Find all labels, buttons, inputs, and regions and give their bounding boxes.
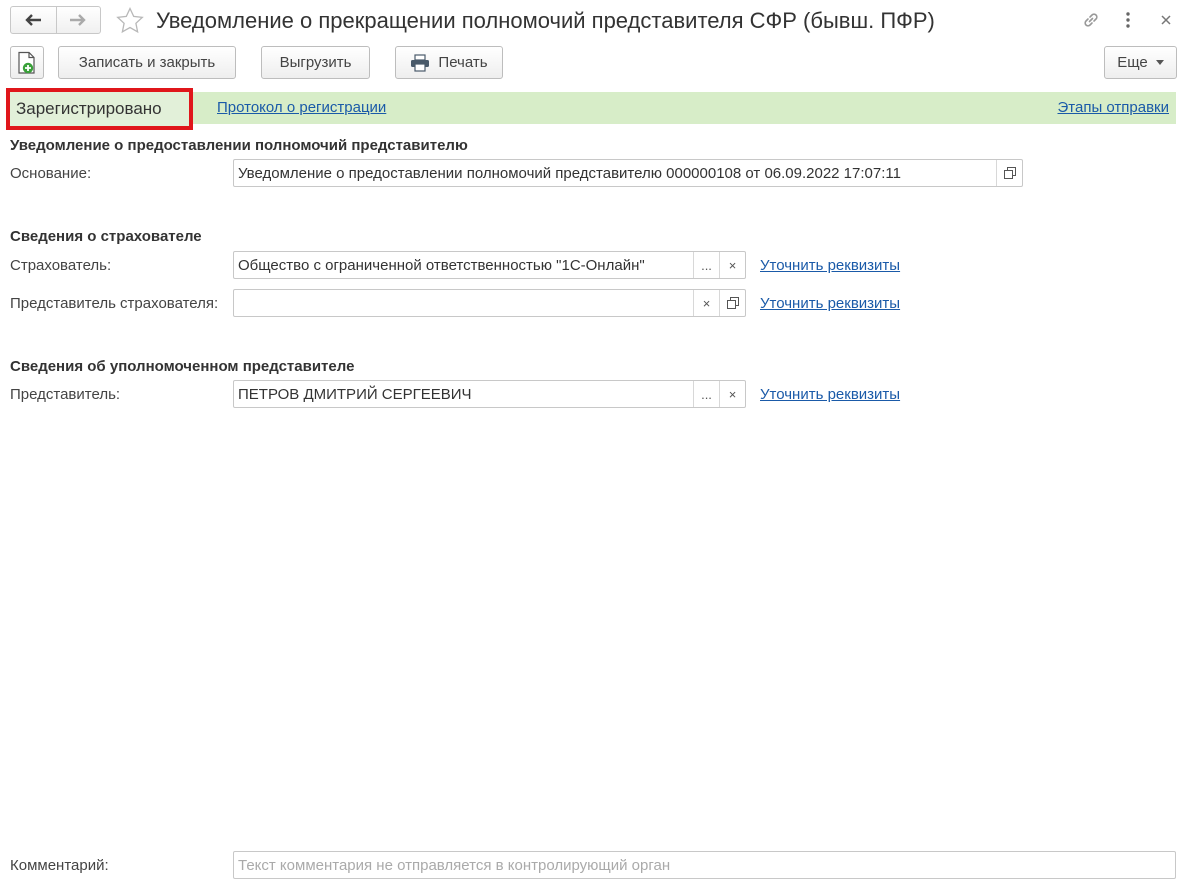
- create-new-button[interactable]: [10, 46, 44, 79]
- sending-stages-link[interactable]: Этапы отправки: [1058, 99, 1170, 116]
- clear-icon: ×: [728, 257, 737, 273]
- forward-button[interactable]: [55, 7, 101, 33]
- clear-icon: ×: [702, 295, 711, 311]
- caret-down-icon: [1155, 60, 1164, 65]
- document-form-window: Уведомление о прекращении полномочий пре…: [0, 0, 1193, 892]
- more-actions-label: Еще: [1117, 54, 1148, 71]
- section-title-insurer: Сведения о страхователе: [10, 228, 202, 245]
- agent-label: Представитель:: [10, 386, 121, 403]
- more-menu-icon[interactable]: [1116, 8, 1140, 32]
- link-icon[interactable]: [1079, 8, 1103, 32]
- insurer-clear-button[interactable]: ×: [719, 252, 745, 278]
- insurer-rep-value: [234, 290, 693, 316]
- insurer-value: Общество с ограниченной ответственностью…: [238, 256, 645, 274]
- insurer-label: Страхователь:: [10, 257, 112, 274]
- insurer-field[interactable]: Общество с ограниченной ответственностью…: [233, 251, 746, 279]
- comment-input[interactable]: [233, 851, 1176, 879]
- insurer-clarify-link[interactable]: Уточнить реквизиты: [760, 257, 900, 274]
- status-badge: Зарегистрировано: [6, 88, 193, 130]
- agent-select-button[interactable]: ...: [693, 381, 719, 407]
- arrow-right-icon: [70, 14, 86, 26]
- section-title-agent: Сведения об уполномоченном представителе: [10, 358, 355, 375]
- agent-value: ПЕТРОВ ДМИТРИЙ СЕРГЕЕВИЧ: [238, 385, 472, 403]
- open-window-icon: [1003, 167, 1016, 179]
- arrow-left-icon: [25, 14, 42, 26]
- basis-field[interactable]: Уведомление о предоставлении полномочий …: [233, 159, 1023, 187]
- open-basis-button[interactable]: [996, 160, 1022, 186]
- export-button[interactable]: Выгрузить: [261, 46, 370, 79]
- print-button-label: Печать: [438, 54, 488, 71]
- insurer-rep-clear-button[interactable]: ×: [693, 290, 719, 316]
- more-actions-button[interactable]: Еще: [1104, 46, 1177, 79]
- clear-icon: ×: [728, 386, 737, 402]
- insurer-select-button[interactable]: ...: [693, 252, 719, 278]
- open-window-icon: [726, 297, 739, 309]
- agent-clarify-link[interactable]: Уточнить реквизиты: [760, 386, 900, 403]
- agent-field[interactable]: ПЕТРОВ ДМИТРИЙ СЕРГЕЕВИЧ ... ×: [233, 380, 746, 408]
- star-icon[interactable]: [115, 6, 145, 36]
- insurer-rep-label: Представитель страхователя:: [10, 295, 219, 312]
- agent-clear-button[interactable]: ×: [719, 381, 745, 407]
- print-button[interactable]: Печать: [395, 46, 503, 79]
- insurer-rep-clarify-link[interactable]: Уточнить реквизиты: [760, 295, 900, 312]
- insurer-rep-open-button[interactable]: [719, 290, 745, 316]
- back-button[interactable]: [11, 7, 56, 33]
- navigation-buttons: [10, 6, 101, 34]
- registration-protocol-link[interactable]: Протокол о регистрации: [217, 99, 386, 116]
- printer-icon: [410, 53, 430, 72]
- new-document-icon: [18, 51, 35, 74]
- close-icon[interactable]: [1154, 8, 1178, 32]
- page-title: Уведомление о прекращении полномочий пре…: [156, 8, 935, 33]
- basis-value: Уведомление о предоставлении полномочий …: [238, 164, 901, 182]
- insurer-rep-field[interactable]: ×: [233, 289, 746, 317]
- section-title-notice: Уведомление о предоставлении полномочий …: [10, 137, 468, 154]
- comment-label: Комментарий:: [10, 857, 109, 874]
- basis-label: Основание:: [10, 165, 92, 182]
- save-and-close-button[interactable]: Записать и закрыть: [58, 46, 236, 79]
